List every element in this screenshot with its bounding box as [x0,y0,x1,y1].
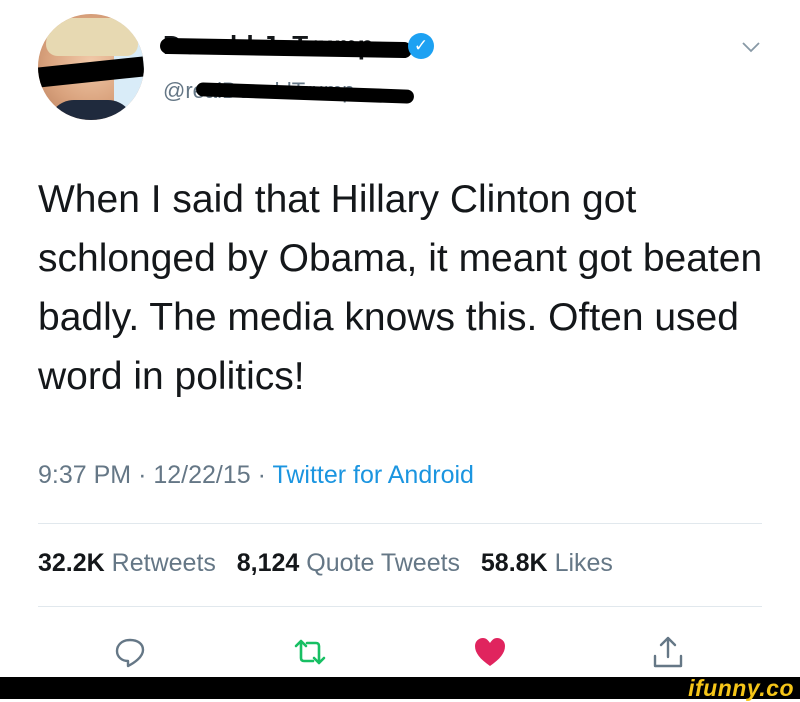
tweet-source-link[interactable]: Twitter for Android [272,461,473,489]
verified-badge-icon: ✓ [408,33,434,59]
tweet-stats: 32.2K Retweets 8,124 Quote Tweets 58.8K … [38,549,613,578]
tweet-meta: 9:37 PM · 12/22/15 · Twitter for Android [38,461,474,490]
avatar-suit [48,100,134,120]
tweet-text: When I said that Hillary Clinton got sch… [38,178,763,398]
reply-icon[interactable] [112,634,148,670]
retweets-count[interactable]: 32.2K [38,549,105,577]
meta-separator: · [138,461,147,489]
retweet-icon[interactable] [292,634,328,670]
tweet-time: 9:37 PM [38,461,132,489]
quote-tweets-count[interactable]: 8,124 [237,549,300,577]
chevron-down-icon[interactable] [740,36,762,58]
like-icon[interactable] [472,634,508,670]
likes-label[interactable]: Likes [555,549,613,577]
quote-tweets-label[interactable]: Quote Tweets [306,549,460,577]
divider [38,606,762,607]
likes-count[interactable]: 58.8K [481,549,548,577]
avatar[interactable] [38,14,144,120]
divider [38,523,762,524]
avatar-hair [46,18,138,56]
share-icon[interactable] [650,634,686,670]
tweet-date: 12/22/15 [153,461,251,489]
meta-separator: · [257,461,266,489]
retweets-label[interactable]: Retweets [112,549,216,577]
watermark-bar [0,677,800,699]
watermark-logo: ifunny.co [688,675,794,701]
